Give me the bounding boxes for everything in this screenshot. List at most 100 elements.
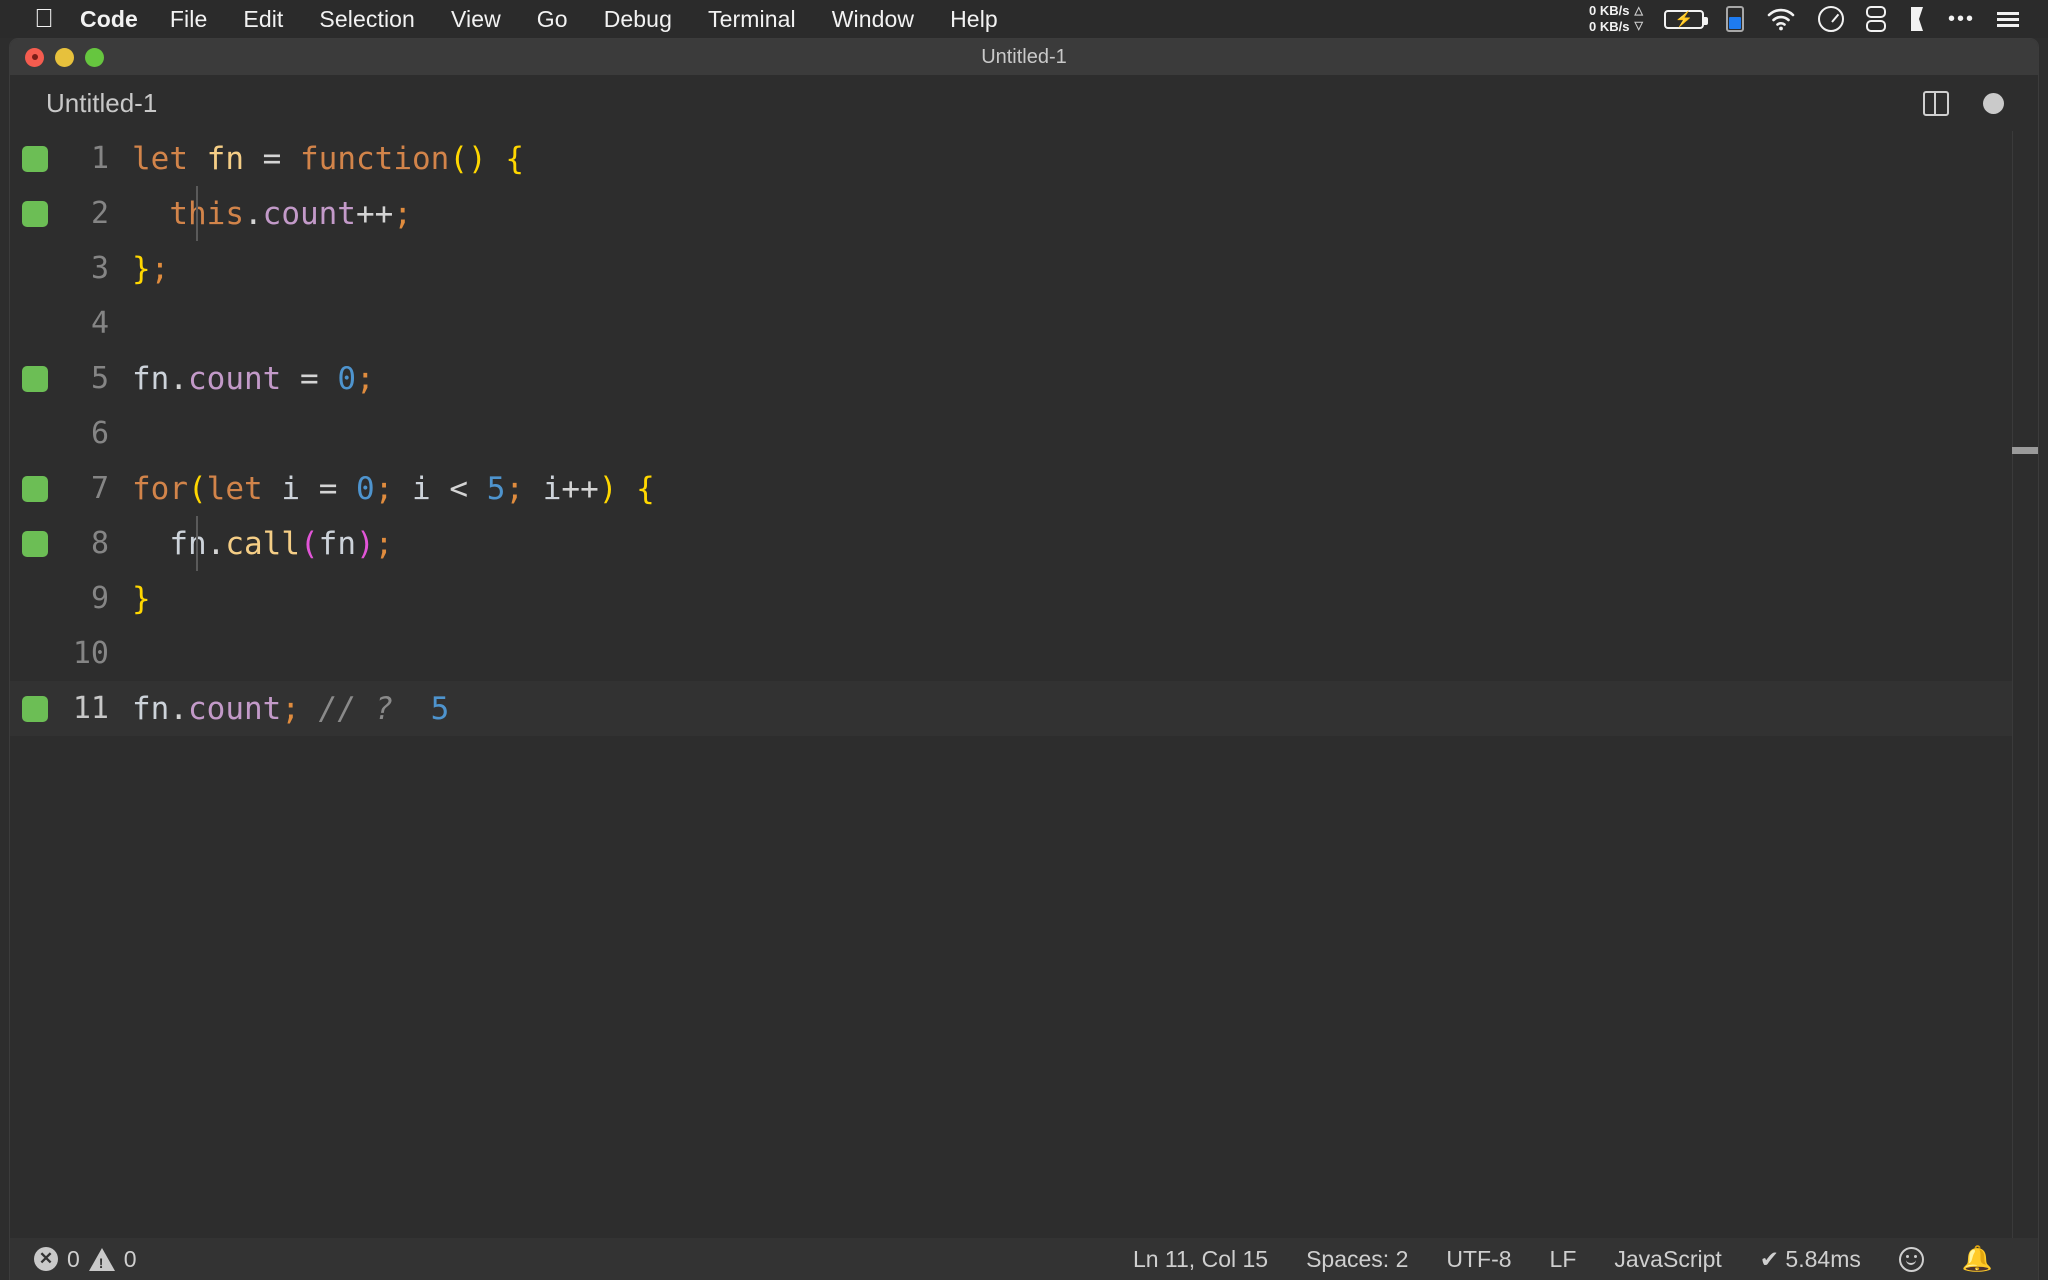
split-editor-icon[interactable]	[1923, 90, 1949, 116]
smiley-icon[interactable]	[1880, 1246, 1943, 1272]
menu-item-window[interactable]: Window	[814, 6, 932, 33]
code-token: 0	[337, 360, 357, 397]
error-circle-icon: ✕	[34, 1247, 58, 1271]
coverage-indicator[interactable]	[22, 366, 48, 392]
code-token: function	[300, 140, 450, 177]
scrollbar-thumb[interactable]	[2012, 447, 2038, 454]
code-token: ;	[393, 195, 412, 232]
code-token: {	[636, 470, 655, 507]
code-token: .	[243, 195, 263, 232]
tab-label: Untitled-1	[46, 87, 158, 118]
encoding-setting[interactable]: UTF-8	[1427, 1246, 1530, 1273]
warning-triangle-icon	[88, 1247, 115, 1271]
editor-actions	[1923, 90, 2038, 116]
coverage-indicator[interactable]	[22, 201, 48, 227]
code-line-row[interactable]: 9}	[10, 571, 2038, 626]
code-line-row[interactable]: 8 fn.call(fn);	[10, 516, 2038, 571]
menu-item-code[interactable]: Code	[66, 6, 152, 33]
code-line-row[interactable]: 4	[10, 296, 2038, 351]
coverage-indicator[interactable]	[22, 531, 48, 557]
tab-untitled-1[interactable]: Untitled-1	[10, 75, 184, 131]
window-title: Untitled-1	[981, 45, 1067, 68]
code-token: for	[132, 470, 188, 507]
code-line-row[interactable]: 7 for(let i = 0; i < 5; i++) {	[10, 461, 2038, 516]
blue-level-meter-icon[interactable]	[1715, 6, 1755, 32]
code-token: let	[132, 140, 188, 177]
cursor-position[interactable]: Ln 11, Col 15	[1114, 1246, 1287, 1273]
battery-charging-icon[interactable]: ⚡	[1653, 9, 1715, 29]
menu-item-file[interactable]: File	[152, 6, 225, 33]
network-upload-speed: 0 KB/s	[1589, 3, 1630, 19]
clock-icon[interactable]	[1807, 6, 1855, 32]
menu-item-go[interactable]: Go	[519, 6, 586, 33]
network-speed-indicator[interactable]: 0 KB/s 0 KB/s △ ▽	[1579, 3, 1653, 35]
menu-bar-items:  Code File Edit Selection View Go Debug…	[0, 5, 1016, 34]
code-token: =	[318, 470, 338, 507]
vscode-window: Untitled-1 Untitled-1 1 let fn = function…	[9, 38, 2039, 1280]
code-token: count	[188, 690, 282, 727]
code-token: fn	[169, 525, 207, 562]
coverage-indicator[interactable]	[22, 696, 48, 722]
coverage-indicator[interactable]	[22, 476, 48, 502]
code-line-row[interactable]: 11 fn.count; // ? 5	[10, 681, 2038, 736]
toggle-switch-icon[interactable]	[1855, 6, 1897, 32]
code-token: ;	[374, 525, 394, 562]
menu-item-selection[interactable]: Selection	[301, 6, 433, 33]
code-token: .	[206, 525, 226, 562]
code-line-row[interactable]: 6	[10, 406, 2038, 461]
bell-icon[interactable]: 🔔	[1943, 1246, 2012, 1272]
list-icon[interactable]	[1986, 11, 2030, 27]
quokka-runtime[interactable]: ✔ 5.84ms	[1741, 1246, 1880, 1273]
eol-setting[interactable]: LF	[1531, 1246, 1596, 1273]
code-token: i	[281, 470, 301, 507]
menu-item-terminal[interactable]: Terminal	[690, 6, 814, 33]
indent-guide	[196, 186, 198, 241]
macos-menu-bar:  Code File Edit Selection View Go Debug…	[0, 0, 2048, 38]
language-mode[interactable]: JavaScript	[1595, 1246, 1740, 1273]
code-line-row[interactable]: 5 fn.count = 0;	[10, 351, 2038, 406]
wifi-icon[interactable]	[1755, 7, 1807, 31]
editor-scrollbar[interactable]	[2012, 131, 2038, 1238]
line-number: 3	[90, 251, 109, 286]
line-content: }	[132, 581, 151, 617]
status-bar-problems[interactable]: ✕ 0 0	[10, 1246, 137, 1273]
menu-item-help[interactable]: Help	[932, 6, 1016, 33]
menu-item-view[interactable]: View	[433, 6, 519, 33]
code-token: ;	[281, 690, 300, 727]
code-token: ++	[355, 195, 394, 232]
code-token: i	[412, 470, 431, 507]
code-token: }	[132, 250, 151, 287]
menu-item-edit[interactable]: Edit	[225, 6, 301, 33]
indentation-setting[interactable]: Spaces: 2	[1287, 1246, 1427, 1273]
flag-icon[interactable]	[1897, 6, 1937, 32]
code-line-row[interactable]: 10	[10, 626, 2038, 681]
apple-logo-icon[interactable]: 	[22, 5, 66, 34]
code-line-row[interactable]: 2 this.count++;	[10, 186, 2038, 241]
code-token: }	[132, 580, 151, 617]
ellipsis-icon[interactable]: •••	[1937, 8, 1986, 31]
code-lines: 1 let fn = function() {2 this.count++; 3};…	[10, 131, 2038, 736]
code-editor[interactable]: 1 let fn = function() {2 this.count++; 3};…	[10, 131, 2038, 1238]
code-token: ;	[150, 250, 170, 287]
code-token: // ?	[318, 690, 394, 727]
code-token: {	[505, 140, 524, 177]
code-line-row[interactable]: 3};	[10, 241, 2038, 296]
menu-item-debug[interactable]: Debug	[586, 6, 690, 33]
unsaved-changes-icon[interactable]	[1983, 92, 2004, 114]
code-line-row[interactable]: 1 let fn = function() {	[10, 131, 2038, 186]
code-token: fn	[132, 360, 170, 397]
coverage-indicator[interactable]	[22, 146, 48, 172]
status-bar: ✕ 0 0 Ln 11, Col 15 Spaces: 2 UTF-8 LF J…	[10, 1238, 2038, 1280]
